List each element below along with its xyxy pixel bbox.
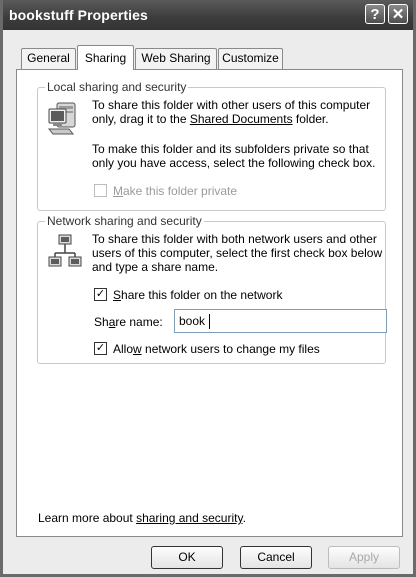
share-name-value: book <box>179 314 206 328</box>
local-sharing-text: To share this folder with other users of… <box>92 98 371 126</box>
shared-documents-link[interactable]: Shared Documents <box>190 112 293 126</box>
learn-more-text: Learn more about sharing and security. <box>38 511 246 525</box>
allow-change-label: Allow network users to change my files <box>113 342 320 356</box>
help-button[interactable]: ? <box>365 4 385 24</box>
title-bar[interactable]: bookstuff Properties ? ✕ <box>3 0 413 30</box>
computer-icon <box>47 102 76 135</box>
window-title: bookstuff Properties <box>9 7 148 23</box>
sharing-security-link[interactable]: sharing and security <box>136 511 243 525</box>
sharing-tab-panel: Local sharing and security To share this… <box>16 69 403 537</box>
close-button[interactable]: ✕ <box>388 4 408 24</box>
properties-dialog: bookstuff Properties ? ✕ General Sharing… <box>0 0 416 577</box>
private-folder-text: To make this folder and its subfolders p… <box>92 142 376 170</box>
share-name-input[interactable]: book <box>174 309 387 333</box>
apply-button[interactable]: Apply <box>328 546 400 569</box>
local-sharing-legend: Local sharing and security <box>45 80 189 94</box>
network-sharing-text: To share this folder with both network u… <box>92 232 383 274</box>
cancel-button[interactable]: Cancel <box>240 546 312 569</box>
tab-customize[interactable]: Customize <box>218 48 283 69</box>
share-folder-label: Share this folder on the network <box>113 288 283 302</box>
ok-button[interactable]: OK <box>151 546 223 569</box>
tab-sharing[interactable]: Sharing <box>77 45 134 70</box>
network-icon <box>48 234 82 267</box>
share-folder-checkbox[interactable]: ✓ <box>94 288 107 301</box>
tab-general[interactable]: General <box>21 48 76 69</box>
make-private-checkbox[interactable] <box>94 184 107 197</box>
allow-change-checkbox[interactable]: ✓ <box>94 342 107 355</box>
network-sharing-legend: Network sharing and security <box>45 214 204 228</box>
make-private-label: Make this folder private <box>113 184 238 198</box>
text-cursor <box>209 314 210 329</box>
share-name-label: Share name: <box>94 315 163 329</box>
tab-web-sharing[interactable]: Web Sharing <box>135 48 217 69</box>
